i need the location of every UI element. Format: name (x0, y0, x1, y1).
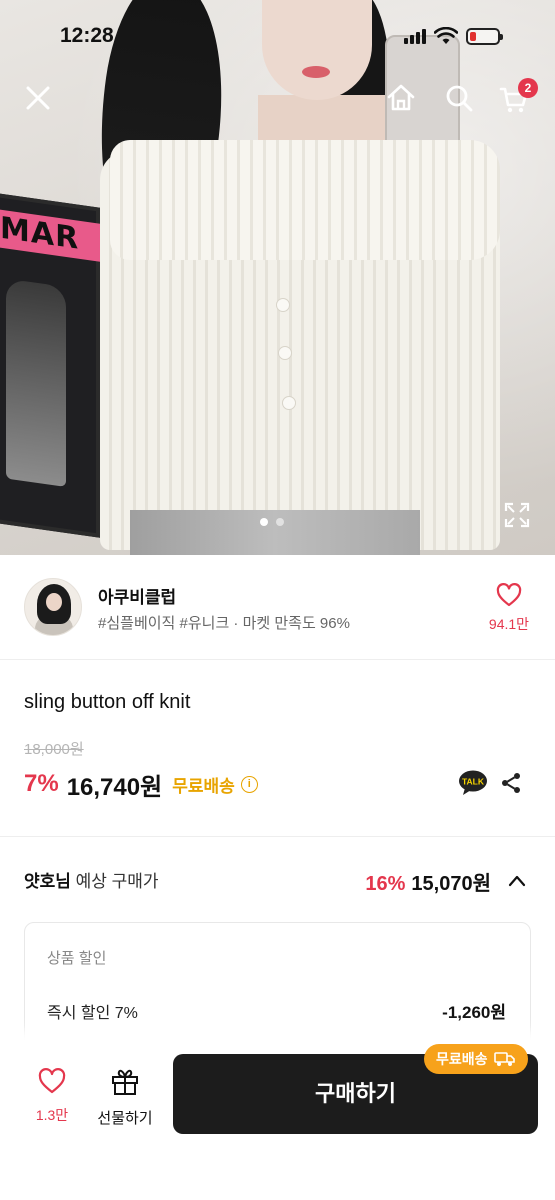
gift-label: 선물하기 (97, 1110, 153, 1127)
signal-icon (404, 28, 426, 44)
sweater-button (282, 396, 296, 410)
free-shipping-badge: 무료배송 (424, 1044, 528, 1074)
original-price: 18,000원 (24, 741, 84, 758)
chevron-up-icon[interactable] (507, 871, 527, 891)
member-discount-rate: 16% (365, 873, 406, 895)
truck-icon (493, 1052, 515, 1066)
expand-icon[interactable] (504, 502, 530, 528)
image-pager (260, 518, 284, 526)
heart-icon (38, 1068, 66, 1094)
wifi-icon (434, 27, 458, 44)
price-row: 7% 16,740원 무료배송 i (24, 767, 258, 801)
home-icon[interactable] (385, 82, 417, 114)
sweater-button (278, 346, 292, 360)
member-price-row[interactable]: 얏호님 예상 구매가 16% 15,070원 (24, 867, 531, 896)
pager-dot-active (260, 518, 268, 526)
battery-icon (466, 27, 503, 45)
like-button[interactable]: 1.3만 (30, 1068, 74, 1125)
discount-box-title: 상품 할인 (47, 950, 107, 967)
shop-avatar[interactable] (24, 578, 82, 636)
kakao-talk-icon[interactable]: TALK (458, 770, 488, 796)
poster-figure (6, 278, 66, 487)
product-image[interactable]: MAR 12:28 2 (0, 0, 555, 555)
share-icon[interactable] (499, 771, 523, 795)
like-count: 1.3만 (35, 1107, 69, 1123)
poster-title: MAR (0, 209, 100, 262)
shop-tags: #심플베이직 #유니크 · 마켓 만족도 96% (98, 615, 350, 632)
section-divider (0, 836, 555, 837)
model-lips (302, 66, 330, 78)
sweater-button (276, 298, 290, 312)
bottom-action-bar: 1.3만 선물하기 구매하기 무료배송 (0, 1040, 555, 1200)
free-shipping-badge-label: 무료배송 (436, 1051, 488, 1067)
poster: MAR (0, 192, 100, 538)
member-price-value: 15,070원 (411, 873, 491, 895)
member-price-label: 예상 구매가 (70, 872, 159, 891)
close-icon[interactable] (22, 82, 54, 114)
shop-info[interactable]: 아쿠비클럽 #심플베이직 #유니크 · 마켓 만족도 96% 94.1만 (0, 555, 555, 660)
info-icon[interactable]: i (240, 775, 258, 793)
cart-count-badge: 2 (518, 78, 538, 98)
instant-discount-label: 즉시 할인 7% (47, 1005, 138, 1022)
status-time: 12:28 (60, 24, 114, 47)
model-jeans (130, 510, 420, 555)
heart-icon (496, 583, 522, 607)
member-price: 16% 15,070원 (365, 867, 491, 896)
member-name: 얏호님 (24, 872, 71, 891)
free-shipping-label: 무료배송 (172, 776, 235, 796)
pager-dot (276, 518, 284, 526)
gift-icon (112, 1069, 138, 1095)
shop-like-button[interactable]: 94.1만 (484, 583, 534, 634)
instant-discount-value: -1,260원 (442, 1003, 506, 1022)
gift-button[interactable]: 선물하기 (92, 1068, 158, 1128)
talk-label: TALK (462, 777, 485, 787)
shop-like-count: 94.1만 (488, 616, 530, 632)
search-icon[interactable] (443, 82, 475, 114)
shop-name[interactable]: 아쿠비클럽 (98, 583, 176, 608)
product-title: sling button off knit (24, 691, 191, 713)
status-icons (404, 26, 503, 46)
sale-price: 16,740원 (66, 773, 163, 801)
sweater-fold (110, 140, 500, 260)
discount-rate: 7% (24, 770, 59, 797)
